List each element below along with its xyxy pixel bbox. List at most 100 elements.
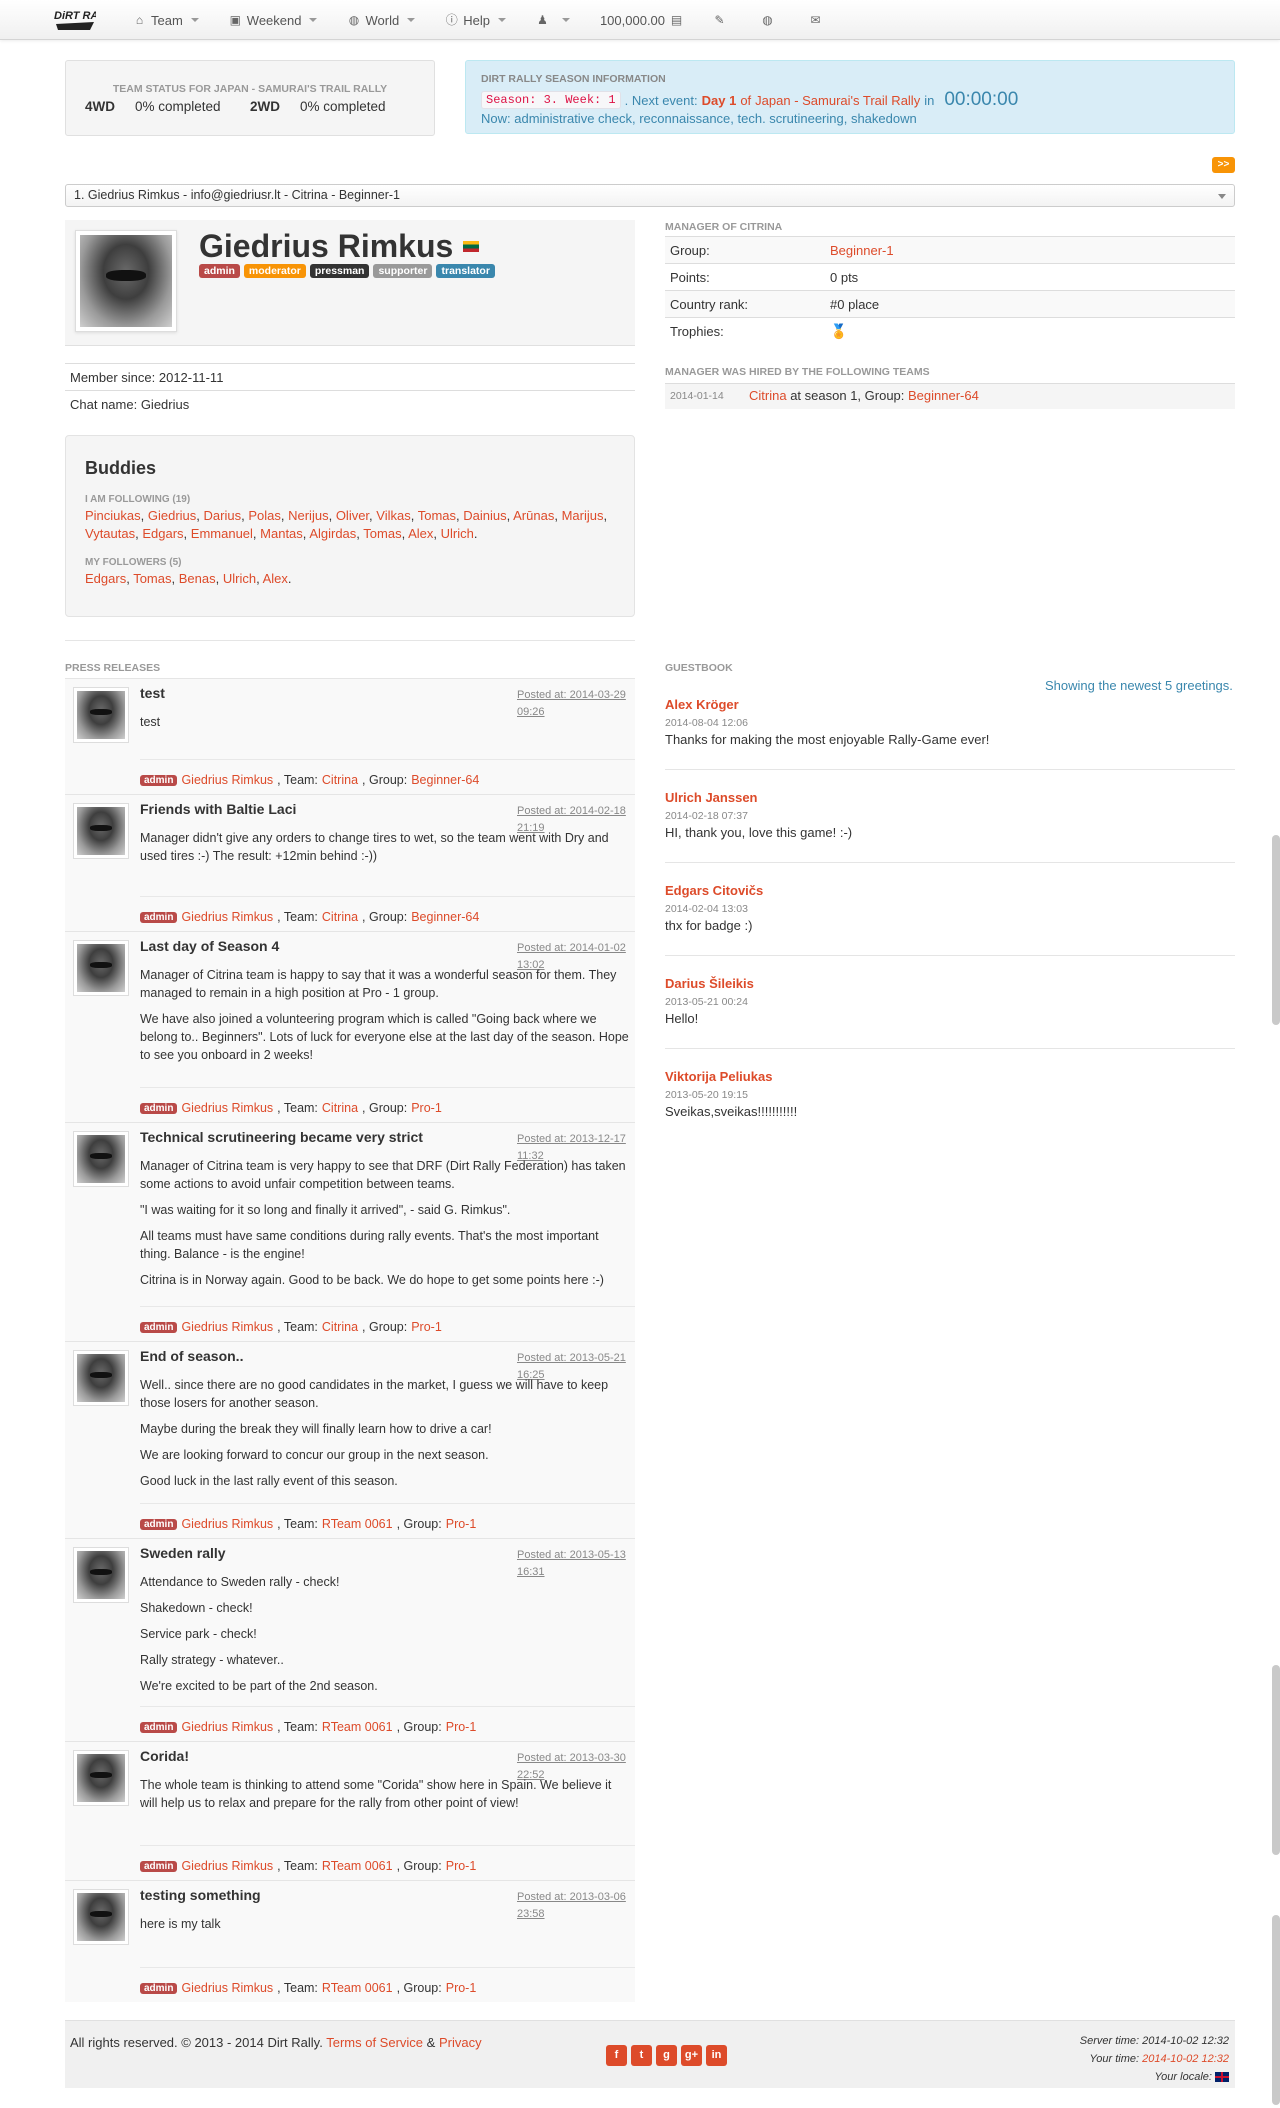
scrollbar-thumb[interactable] [1272, 835, 1280, 1025]
team-link[interactable]: Citrina [322, 1320, 358, 1334]
group-link[interactable]: Pro-1 [446, 1859, 477, 1873]
terms-link[interactable]: Terms of Service [326, 2035, 423, 2050]
team-link[interactable]: RTeam 0061 [322, 1859, 393, 1873]
hired-group-link[interactable]: Beginner-64 [908, 388, 979, 403]
trophy-icon[interactable]: 🏅 [830, 318, 847, 345]
globe-icon: ◍ [762, 12, 773, 27]
guestbook-author-link[interactable]: Edgars Citovičs [665, 883, 763, 898]
group-link[interactable]: Pro-1 [446, 1981, 477, 1995]
team-link[interactable]: RTeam 0061 [322, 1981, 393, 1995]
group-label: , Group: [362, 1320, 408, 1334]
nav-item-help[interactable]: ⓘ Help [430, 0, 521, 40]
avatar[interactable] [73, 1889, 129, 1945]
buddy-link[interactable]: Edgars [142, 526, 183, 541]
author-link[interactable]: Giedrius Rimkus [181, 1101, 273, 1115]
avatar[interactable] [73, 687, 129, 743]
group-link[interactable]: Pro-1 [411, 1320, 442, 1334]
buddy-link[interactable]: Ulrich [441, 526, 474, 541]
author-link[interactable]: Giedrius Rimkus [181, 1517, 273, 1531]
manager-select[interactable]: 1. Giedrius Rimkus - info@giedriusr.lt -… [65, 184, 1235, 207]
buddy-link[interactable]: Alex [408, 526, 433, 541]
group-link[interactable]: Beginner-64 [411, 910, 479, 924]
buddy-link[interactable]: Pinciukas [85, 508, 141, 523]
nav-item-weekend[interactable]: ▣ Weekend [214, 0, 333, 40]
avatar[interactable] [73, 1750, 129, 1806]
team-link[interactable]: RTeam 0061 [322, 1720, 393, 1734]
github-icon[interactable]: g [656, 2045, 677, 2066]
guestbook-author-link[interactable]: Darius Šileikis [665, 976, 754, 991]
nav-item-globe[interactable]: ◍ [746, 0, 794, 40]
buddy-link[interactable]: Oliver [336, 508, 369, 523]
hired-team-link[interactable]: Citrina [749, 388, 787, 403]
author-link[interactable]: Giedrius Rimkus [181, 773, 273, 787]
avatar[interactable] [73, 1547, 129, 1603]
press-paragraph: Rally strategy - whatever.. [140, 1653, 284, 1667]
manager-group-link[interactable]: Beginner-1 [830, 237, 894, 264]
buddy-link[interactable]: Marijus [562, 508, 604, 523]
twitter-icon[interactable]: t [631, 2045, 652, 2066]
scrollbar-thumb[interactable] [1272, 1665, 1280, 1855]
buddy-link[interactable]: Giedrius [148, 508, 196, 523]
author-link[interactable]: Giedrius Rimkus [181, 1981, 273, 1995]
nav-item-edit[interactable]: ✎ [698, 0, 746, 40]
buddy-link[interactable]: Alex [263, 571, 288, 586]
buddy-link[interactable]: Nerijus [288, 508, 328, 523]
author-link[interactable]: Giedrius Rimkus [181, 1859, 273, 1873]
author-link[interactable]: Giedrius Rimkus [181, 910, 273, 924]
press-title: Sweden rally [140, 1545, 226, 1561]
avatar[interactable] [73, 1350, 129, 1406]
avatar[interactable] [73, 803, 129, 859]
google-plus-icon[interactable]: g+ [681, 2045, 702, 2066]
uk-flag-icon[interactable] [1215, 2072, 1229, 2083]
linkedin-icon[interactable]: in [706, 2045, 727, 2066]
scrollbar-thumb[interactable] [1272, 1915, 1280, 2105]
avatar[interactable] [73, 940, 129, 996]
guestbook-author-link[interactable]: Viktorija Peliukas [665, 1069, 772, 1084]
author-link[interactable]: Giedrius Rimkus [181, 1720, 273, 1734]
privacy-link[interactable]: Privacy [439, 2035, 482, 2050]
guestbook-author-link[interactable]: Alex Kröger [665, 697, 739, 712]
guestbook-author-link[interactable]: Ulrich Janssen [665, 790, 758, 805]
team-link[interactable]: RTeam 0061 [322, 1517, 393, 1531]
dirt-rally-logo[interactable]: DiRT RALLY [54, 8, 96, 32]
buddy-link[interactable]: Edgars [85, 571, 126, 586]
buddy-link[interactable]: Arūnas [513, 508, 554, 523]
nav-item-world[interactable]: ◍ World [332, 0, 430, 40]
buddy-link[interactable]: Vilkas [376, 508, 410, 523]
group-label: , Group: [362, 773, 408, 787]
nav-item-envelope[interactable]: ✉ [794, 0, 842, 40]
group-link[interactable]: Pro-1 [446, 1517, 477, 1531]
buddy-link[interactable]: Polas [248, 508, 281, 523]
avatar[interactable] [73, 1131, 129, 1187]
author-link[interactable]: Giedrius Rimkus [181, 1320, 273, 1334]
team-link[interactable]: Citrina [322, 1101, 358, 1115]
team-link[interactable]: Citrina [322, 773, 358, 787]
buddy-link[interactable]: Darius [204, 508, 242, 523]
buddy-link[interactable]: Dainius [463, 508, 506, 523]
press-separator [140, 1706, 635, 1707]
manager-row: Trophies: 🏅 [665, 317, 1235, 344]
nav-item-100-000-00[interactable]: 100,000.00 ▤ [585, 0, 698, 40]
group-link[interactable]: Pro-1 [446, 1720, 477, 1734]
buddy-link[interactable]: Benas [179, 571, 216, 586]
buddy-link[interactable]: Algirdas [309, 526, 356, 541]
role-badge-pressman: pressman [309, 264, 370, 278]
buddy-link[interactable]: Tomas [133, 571, 171, 586]
group-link[interactable]: Beginner-64 [411, 773, 479, 787]
social-links: f t g g+ in [606, 2045, 727, 2066]
nav-item-team[interactable]: ⌂ Team [118, 0, 214, 40]
group-link[interactable]: Pro-1 [411, 1101, 442, 1115]
buddy-link[interactable]: Emmanuel [191, 526, 253, 541]
next-manager-button[interactable]: >> [1212, 157, 1235, 173]
buddy-link[interactable]: Tomas [363, 526, 401, 541]
buddy-link[interactable]: Mantas [260, 526, 303, 541]
buddy-link[interactable]: Tomas [418, 508, 456, 523]
guestbook-entry: Darius Šileikis 2013-05-21 00:24 Hello! [665, 976, 1235, 1049]
buddy-link[interactable]: Vytautas [85, 526, 135, 541]
nav-item-user[interactable]: ♟ [521, 0, 585, 40]
facebook-icon[interactable]: f [606, 2045, 627, 2066]
team-link[interactable]: Citrina [322, 910, 358, 924]
buddy-link[interactable]: Ulrich [223, 571, 256, 586]
chat-name: Chat name: Giedrius [65, 390, 635, 418]
event-name-link[interactable]: Japan - Samurai's Trail Rally [755, 93, 920, 108]
